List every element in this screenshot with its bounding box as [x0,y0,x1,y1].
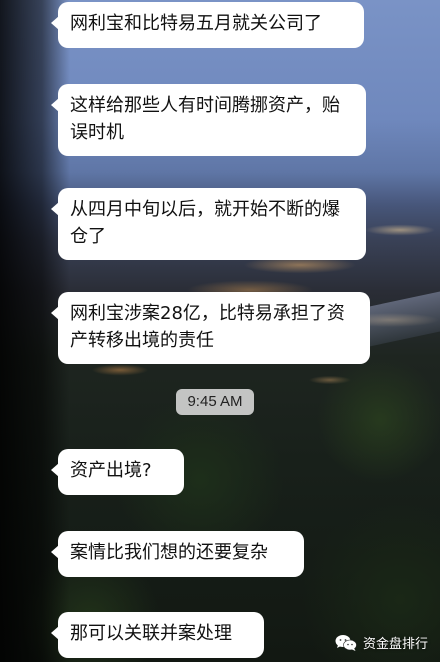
message-text: 网利宝涉案28亿，比特易承担了资产转移出境的责任 [70,303,345,351]
message-bubble[interactable]: 资产出境? [51,449,184,495]
watermark: 资金盘排行 [335,633,428,652]
message-text: 网利宝和比特易五月就关公司了 [70,13,322,34]
message-bubble[interactable]: 从四月中旬以后，就开始不断的爆仓了 [51,188,366,260]
message-text: 案情比我们想的还要复杂 [70,542,268,563]
message-timestamp: 9:45 AM [176,389,254,415]
message-text: 那可以关联并案处理 [70,623,232,644]
message-bubble[interactable]: 这样给那些人有时间腾挪资产，贻误时机 [51,84,366,156]
message-bubble[interactable]: 那可以关联并案处理 [51,612,264,658]
message-bubble[interactable]: 案情比我们想的还要复杂 [51,531,304,577]
message-text: 资产出境? [70,460,152,481]
message-text: 从四月中旬以后，就开始不断的爆仓了 [70,199,340,247]
chat-screen: 网利宝和比特易五月就关公司了 这样给那些人有时间腾挪资产，贻误时机 从四月中旬以… [0,0,440,662]
message-text: 这样给那些人有时间腾挪资产，贻误时机 [70,95,340,143]
watermark-text: 资金盘排行 [362,637,428,652]
message-bubble[interactable]: 网利宝和比特易五月就关公司了 [51,2,364,48]
message-bubble[interactable]: 网利宝涉案28亿，比特易承担了资产转移出境的责任 [51,292,370,364]
wechat-icon [335,634,357,652]
